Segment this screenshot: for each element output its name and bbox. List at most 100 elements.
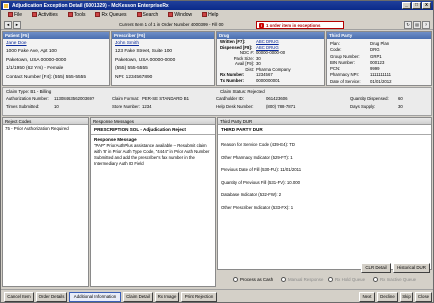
window-menu-icon: [168, 12, 174, 17]
claim-format-label: Claim Format:: [112, 96, 139, 101]
claim-type: Claim Type: B1 - Billing: [6, 89, 52, 94]
rx-hold-queue-option[interactable]: Rx Hold Queue: [328, 277, 365, 282]
tx-number-label: Tx Number:: [220, 77, 244, 83]
clr-detail-button[interactable]: CLR Detail: [361, 263, 391, 273]
menu-search[interactable]: Search: [133, 12, 165, 18]
app-icon: [3, 2, 9, 9]
item-pager: Current Item 1 of 1 in Order Number 4000…: [119, 22, 224, 27]
date-of-service-value: 01/01/2012: [370, 78, 392, 84]
prescriber-phone: (555) 555-5555: [115, 66, 148, 72]
menu-rx-queues[interactable]: Rx Queues: [91, 12, 132, 18]
dur-line: Reason for Service Code (439-E4): TD: [221, 142, 295, 147]
days-supply-value: 30: [398, 103, 403, 109]
claim-format-value: PER-SE STANDARD B1: [142, 96, 189, 101]
menu-window[interactable]: Window: [164, 12, 198, 18]
prescriber-address1: 123 Fake Street, Suite 100: [115, 49, 173, 55]
warning-icon: !: [259, 22, 264, 28]
radio-icon: [373, 277, 378, 282]
print-icon[interactable]: ▤: [413, 21, 421, 29]
prescriber-npi: NPI: 1234567890: [115, 74, 153, 80]
times-submitted-value: 10: [54, 103, 59, 109]
menu-bar: File Activities Tools Rx Queues Search W…: [1, 10, 433, 19]
activities-menu-icon: [32, 12, 38, 17]
decline-button[interactable]: Decline: [377, 292, 398, 302]
cardholder-value: 061423606: [266, 96, 288, 101]
patient-contact: Contact Number [F4]: (555) 555-5555: [6, 74, 86, 80]
prescriber-name-link[interactable]: John Smith: [115, 40, 211, 48]
response-message-text: "PAP" PriorAuthPlus assistance available…: [94, 143, 210, 166]
patient-header[interactable]: Patient [F5]: [3, 32, 109, 39]
claim-detail-button[interactable]: Claim Detail: [123, 292, 153, 302]
adjudication-window: Adjudication Exception Detail (6001329) …: [0, 0, 434, 303]
minimize-button[interactable]: _: [402, 2, 411, 9]
patient-name-link[interactable]: Jane Doe: [6, 40, 106, 48]
claim-grid: Authorization Number: 1130846356200369? …: [6, 96, 430, 110]
back-arrow-icon[interactable]: ◄: [4, 21, 12, 29]
dur-header: Third Party DUR: [218, 118, 431, 125]
refresh-icon[interactable]: ↻: [404, 21, 412, 29]
rx-image-button[interactable]: Rx Image: [155, 292, 179, 302]
dur-line: Database Indicator (532-FW): 2: [221, 192, 282, 197]
drug-panel: Drug Written [F7]: ABC DRUG Dispensed [F…: [216, 31, 325, 86]
next-button[interactable]: Next: [359, 292, 375, 302]
print-rejection-button[interactable]: Print Rejection: [181, 292, 217, 302]
close-window-button[interactable]: x: [422, 2, 431, 9]
patient-address1: 1000 Fake Ave, Apt 100: [6, 49, 57, 55]
quantity-value: 60: [398, 96, 403, 101]
menu-help[interactable]: Help: [198, 12, 224, 18]
reject-codes-panel: Reject Codes 75 - Prior Authorization Re…: [2, 117, 89, 287]
process-as-cash-option[interactable]: Process as Cash: [233, 277, 273, 282]
help-desk-label: Help Desk Number:: [216, 103, 254, 109]
rx-inactive-queue-option[interactable]: Rx Inactive Queue: [373, 277, 416, 282]
store-number-label: Store Number:: [112, 103, 140, 109]
skip-button[interactable]: Skip: [400, 292, 413, 302]
menu-file[interactable]: File: [4, 12, 28, 18]
cancel-item-button[interactable]: Cancel Item: [4, 292, 34, 302]
tx-number-value: 0000000001: [256, 77, 280, 83]
authorization-value: 1130846356200369?: [54, 96, 95, 101]
strip-actions: ↻ ▤ ?: [404, 21, 430, 29]
patient-panel: Patient [F5] Jane Doe 1000 Fake Ave, Apt…: [2, 31, 110, 86]
response-messages-header: Response Messages: [91, 118, 215, 125]
quantity-label: Quantity Dispensed:: [350, 96, 389, 101]
reject-code-item[interactable]: 75 - Prior Authorization Required: [3, 125, 88, 132]
dur-line: Other Prescriber Indicator (533-FX): 1: [221, 204, 294, 210]
search-menu-icon: [136, 12, 142, 17]
dur-title: THIRD PARTY DUR: [218, 125, 431, 135]
historical-dur-button[interactable]: Historical DUR: [393, 263, 430, 273]
claim-status: Claim Status: Rejected: [220, 89, 265, 94]
patient-address2: Paketown, USA 00000-0000: [6, 57, 67, 63]
exceptions-alert-button[interactable]: ! 1 order item in exceptions: [256, 21, 344, 29]
forward-arrow-icon[interactable]: ►: [13, 21, 21, 29]
navigation-strip: ◄ ► Current Item 1 of 1 in Order Number …: [1, 20, 433, 30]
menu-tools[interactable]: Tools: [64, 12, 92, 18]
radio-icon: [233, 277, 238, 282]
reject-codes-header: Reject Codes: [3, 118, 88, 125]
third-party-panel: Third Party Plan: Drug Plan Code: DRG Grou…: [326, 31, 432, 86]
radio-icon: [328, 277, 333, 282]
times-submitted-label: Times Submitted:: [6, 103, 40, 109]
prescriber-header[interactable]: Prescriber [F6]: [112, 32, 214, 39]
additional-information-button[interactable]: Additional Information: [69, 292, 121, 302]
help-icon[interactable]: ?: [422, 21, 430, 29]
patient-dob: 1/1/1950 (62 Yrs) - Female: [6, 66, 64, 72]
file-menu-icon: [8, 12, 13, 17]
order-details-button[interactable]: Order Details: [36, 292, 67, 302]
maximize-button[interactable]: □: [412, 2, 421, 9]
drug-header: Drug: [217, 32, 324, 39]
window-controls: _ □ x: [402, 2, 431, 9]
dur-line: Other Pharmacy Indicator (529-FT): 1: [221, 154, 293, 160]
days-supply-label: Days Supply:: [350, 103, 376, 109]
date-of-service-label: Date of Service:: [330, 78, 361, 84]
title-bar: Adjudication Exception Detail (6001329) …: [1, 1, 433, 10]
rx-queues-menu-icon: [95, 12, 101, 17]
tools-menu-icon: [67, 12, 73, 17]
help-menu-icon: [202, 12, 208, 17]
menu-activities[interactable]: Activities: [28, 12, 64, 18]
store-number-value: 1234: [142, 103, 152, 109]
close-button[interactable]: Close: [415, 292, 432, 302]
dur-line: Quantity of Previous Fill (531-FV): 10.0…: [221, 179, 301, 185]
manual-response-option[interactable]: Manual Response: [281, 277, 323, 282]
prescriber-panel: Prescriber [F6] John Smith 123 Fake Stre…: [111, 31, 215, 86]
response-title: PRESCRIPTION SOL - Adjudication Reject: [91, 125, 215, 135]
